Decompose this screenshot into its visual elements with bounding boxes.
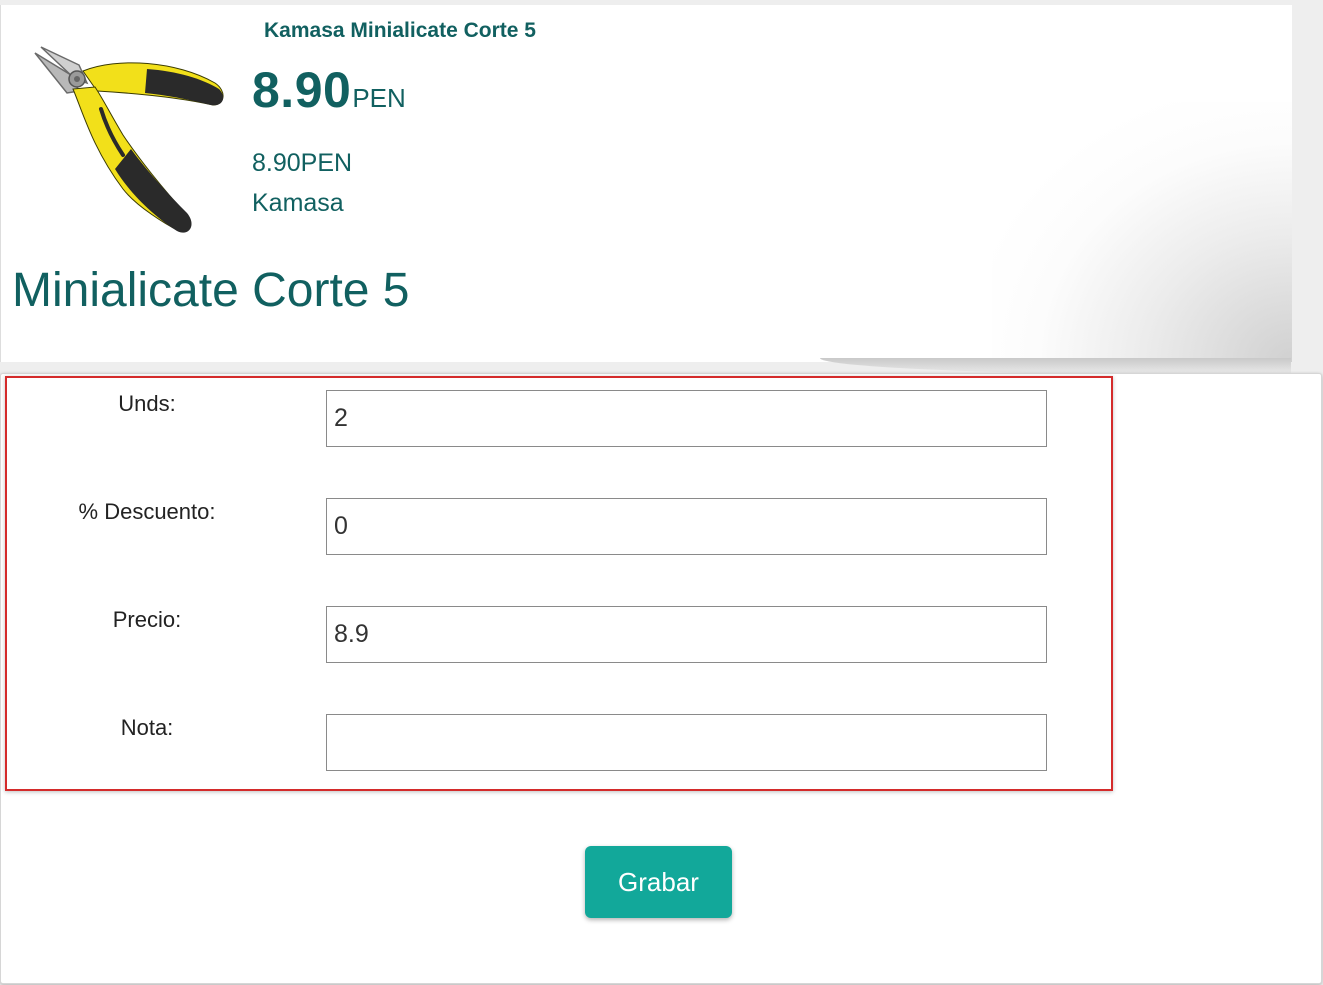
product-title: Minialicate Corte 5 [12, 264, 410, 317]
price-label: Precio: [112, 607, 182, 632]
price-currency: PEN [352, 83, 406, 113]
price-display: 8.90PEN [252, 61, 406, 119]
units-label: Unds: [118, 391, 176, 416]
note-input[interactable] [326, 714, 1047, 771]
price-secondary: 8.90PEN [252, 149, 353, 177]
units-input[interactable] [326, 390, 1047, 447]
discount-label: % Descuento: [78, 499, 216, 524]
product-card: Kamasa Minialicate Corte 5 8.90PEN 8.90P… [0, 5, 1292, 362]
pliers-icon [34, 46, 224, 233]
note-label: Nota: [120, 715, 174, 740]
price-amount: 8.90 [252, 62, 352, 118]
product-header-name: Kamasa Minialicate Corte 5 [264, 19, 536, 42]
highlighted-form-section: Unds: % Descuento: Precio: Nota: [5, 376, 1113, 791]
discount-input[interactable] [326, 498, 1047, 555]
save-button[interactable]: Grabar [585, 846, 732, 918]
page-curl-decoration [992, 102, 1292, 362]
order-form-panel: Unds: % Descuento: Precio: Nota: Grabar [0, 373, 1322, 984]
price-input[interactable] [326, 606, 1047, 663]
brand-name: Kamasa [252, 189, 344, 217]
